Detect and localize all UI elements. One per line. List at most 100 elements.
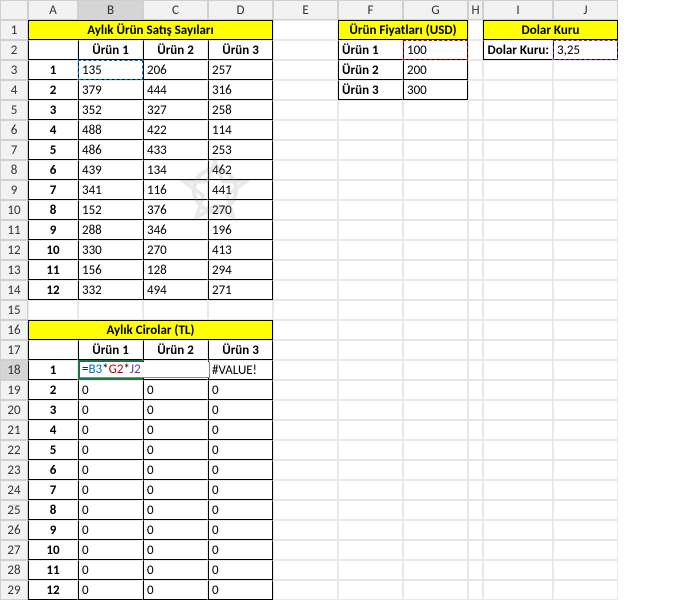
cell-A5[interactable]: 3 xyxy=(28,100,78,120)
cell-F11[interactable] xyxy=(338,220,403,240)
cell-I20[interactable] xyxy=(483,400,553,420)
editing-cell[interactable]: =B3*G2*J2 xyxy=(78,360,143,380)
cell-H12[interactable] xyxy=(468,240,483,260)
cell-H19[interactable] xyxy=(468,380,483,400)
cell-C21[interactable]: 0 xyxy=(143,420,208,440)
cell-G11[interactable] xyxy=(403,220,468,240)
cell-J27[interactable] xyxy=(553,540,618,560)
cell-C8[interactable]: 134 xyxy=(143,160,208,180)
cell-A10[interactable]: 8 xyxy=(28,200,78,220)
cell-I25[interactable] xyxy=(483,500,553,520)
cell-F17[interactable] xyxy=(338,340,403,360)
price-u3[interactable]: 300 xyxy=(403,80,468,100)
cell-E7[interactable] xyxy=(273,140,338,160)
cell-C20[interactable]: 0 xyxy=(143,400,208,420)
cell-J6[interactable] xyxy=(553,120,618,140)
cell-H4[interactable] xyxy=(468,80,483,100)
cell-J11[interactable] xyxy=(553,220,618,240)
cell-I8[interactable] xyxy=(483,160,553,180)
cell-J14[interactable] xyxy=(553,280,618,300)
cell-J22[interactable] xyxy=(553,440,618,460)
cell-A3[interactable]: 1 xyxy=(28,60,78,80)
cell-C13[interactable]: 128 xyxy=(143,260,208,280)
cell-G27[interactable] xyxy=(403,540,468,560)
cell-I15[interactable] xyxy=(483,300,553,320)
cell-H7[interactable] xyxy=(468,140,483,160)
cell-A20[interactable]: 3 xyxy=(28,400,78,420)
cell-E1[interactable] xyxy=(273,20,338,40)
cell-H22[interactable] xyxy=(468,440,483,460)
cell-F22[interactable] xyxy=(338,440,403,460)
cell-I21[interactable] xyxy=(483,420,553,440)
cell-F27[interactable] xyxy=(338,540,403,560)
cell-D22[interactable]: 0 xyxy=(208,440,273,460)
cell-D21[interactable]: 0 xyxy=(208,420,273,440)
title-sales[interactable]: Aylık Ürün Satış Sayıları xyxy=(28,20,273,40)
cell-F12[interactable] xyxy=(338,240,403,260)
cell-I29[interactable] xyxy=(483,580,553,600)
cell-F7[interactable] xyxy=(338,140,403,160)
cell-J23[interactable] xyxy=(553,460,618,480)
cell-A11[interactable]: 9 xyxy=(28,220,78,240)
cell-D8[interactable]: 462 xyxy=(208,160,273,180)
row-header-28[interactable]: 28 xyxy=(0,560,28,580)
cell-A12[interactable]: 10 xyxy=(28,240,78,260)
cell-H5[interactable] xyxy=(468,100,483,120)
cell-B25[interactable]: 0 xyxy=(78,500,143,520)
row-header-3[interactable]: 3 xyxy=(0,60,28,80)
cell-B7[interactable]: 486 xyxy=(78,140,143,160)
cell-B20[interactable]: 0 xyxy=(78,400,143,420)
cell-H27[interactable] xyxy=(468,540,483,560)
cell-C28[interactable]: 0 xyxy=(143,560,208,580)
cell-H28[interactable] xyxy=(468,560,483,580)
row-header-29[interactable]: 29 xyxy=(0,580,28,600)
title-turnover[interactable]: Aylık Cirolar (TL) xyxy=(28,320,273,340)
price-u1[interactable]: 100 xyxy=(403,40,468,60)
row-header-26[interactable]: 26 xyxy=(0,520,28,540)
hdr-u2[interactable]: Ürün 2 xyxy=(143,40,208,60)
cell-A17[interactable] xyxy=(28,340,78,360)
cell-F14[interactable] xyxy=(338,280,403,300)
cell-A23[interactable]: 6 xyxy=(28,460,78,480)
cell-F29[interactable] xyxy=(338,580,403,600)
cell-A6[interactable]: 4 xyxy=(28,120,78,140)
cell-D18[interactable]: #VALUE! xyxy=(208,360,273,380)
cell-C12[interactable]: 270 xyxy=(143,240,208,260)
cell-D13[interactable]: 294 xyxy=(208,260,273,280)
cell-D12[interactable]: 413 xyxy=(208,240,273,260)
cell-H2[interactable] xyxy=(468,40,483,60)
cell-J21[interactable] xyxy=(553,420,618,440)
cell-E21[interactable] xyxy=(273,420,338,440)
cell-D27[interactable]: 0 xyxy=(208,540,273,560)
cell-A7[interactable]: 5 xyxy=(28,140,78,160)
col-header-C[interactable]: C xyxy=(143,0,208,20)
cell-D19[interactable]: 0 xyxy=(208,380,273,400)
cell-D10[interactable]: 270 xyxy=(208,200,273,220)
cell-G29[interactable] xyxy=(403,580,468,600)
cell-C14[interactable]: 494 xyxy=(143,280,208,300)
cell-E6[interactable] xyxy=(273,120,338,140)
cell-F10[interactable] xyxy=(338,200,403,220)
cell-J12[interactable] xyxy=(553,240,618,260)
cell-F15[interactable] xyxy=(338,300,403,320)
cell-J4[interactable] xyxy=(553,80,618,100)
cell-E2[interactable] xyxy=(273,40,338,60)
cell-C23[interactable]: 0 xyxy=(143,460,208,480)
cell-H23[interactable] xyxy=(468,460,483,480)
cell-J19[interactable] xyxy=(553,380,618,400)
cell-B10[interactable]: 152 xyxy=(78,200,143,220)
cell-G16[interactable] xyxy=(403,320,468,340)
cell-D14[interactable]: 271 xyxy=(208,280,273,300)
row-header-7[interactable]: 7 xyxy=(0,140,28,160)
cell-H29[interactable] xyxy=(468,580,483,600)
cell-C5[interactable]: 327 xyxy=(143,100,208,120)
row-header-12[interactable]: 12 xyxy=(0,240,28,260)
cell-B12[interactable]: 330 xyxy=(78,240,143,260)
cell-B6[interactable]: 488 xyxy=(78,120,143,140)
cell-F5[interactable] xyxy=(338,100,403,120)
cell-D6[interactable]: 114 xyxy=(208,120,273,140)
cell-J20[interactable] xyxy=(553,400,618,420)
cell-A13[interactable]: 11 xyxy=(28,260,78,280)
cell-E29[interactable] xyxy=(273,580,338,600)
row-header-20[interactable]: 20 xyxy=(0,400,28,420)
